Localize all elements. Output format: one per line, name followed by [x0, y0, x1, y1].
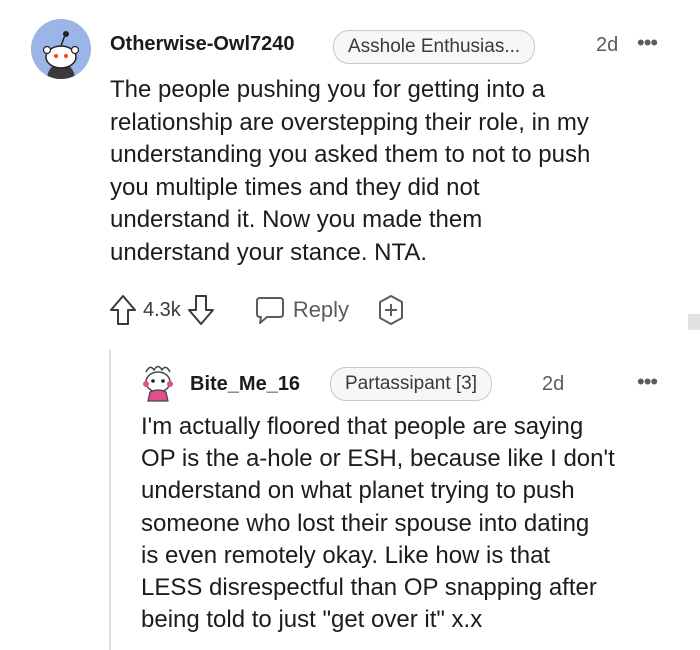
more-options-button[interactable]: •••: [637, 30, 658, 56]
reply-username[interactable]: Bite_Me_16: [190, 373, 300, 396]
award-plus-icon: [379, 295, 404, 325]
upvote-button[interactable]: [108, 293, 138, 327]
user-avatar[interactable]: [31, 19, 91, 79]
snoo-avatar-icon: [31, 19, 91, 79]
reply-timestamp: 2d: [542, 373, 565, 395]
scrollbar-thumb[interactable]: [688, 314, 700, 330]
user-flair: Asshole Enthusias...: [333, 30, 536, 64]
comment-body: The people pushing you for getting into …: [110, 76, 591, 266]
comment-timestamp: 2d: [596, 34, 619, 56]
downvote-icon: [187, 295, 214, 325]
reply-user-flair: Partassipant [3]: [330, 367, 493, 401]
reply-body: I'm actually floored that people are say…: [141, 413, 615, 634]
upvote-icon: [110, 295, 136, 325]
downvote-button[interactable]: [186, 293, 216, 327]
reply-user-avatar[interactable]: [140, 362, 176, 402]
comment-actions: 4.3k Reply: [108, 292, 407, 328]
reply-button[interactable]: Reply: [254, 295, 349, 325]
custom-avatar-icon: [143, 365, 173, 402]
vote-count: 4.3k: [143, 298, 181, 321]
comment-bubble-icon: [255, 297, 284, 324]
reply-more-options-button[interactable]: •••: [637, 369, 658, 395]
thread-line[interactable]: [109, 350, 111, 650]
reply-label: Reply: [292, 297, 350, 322]
comment-username[interactable]: Otherwise-Owl7240: [110, 33, 295, 56]
award-button[interactable]: [375, 294, 407, 326]
